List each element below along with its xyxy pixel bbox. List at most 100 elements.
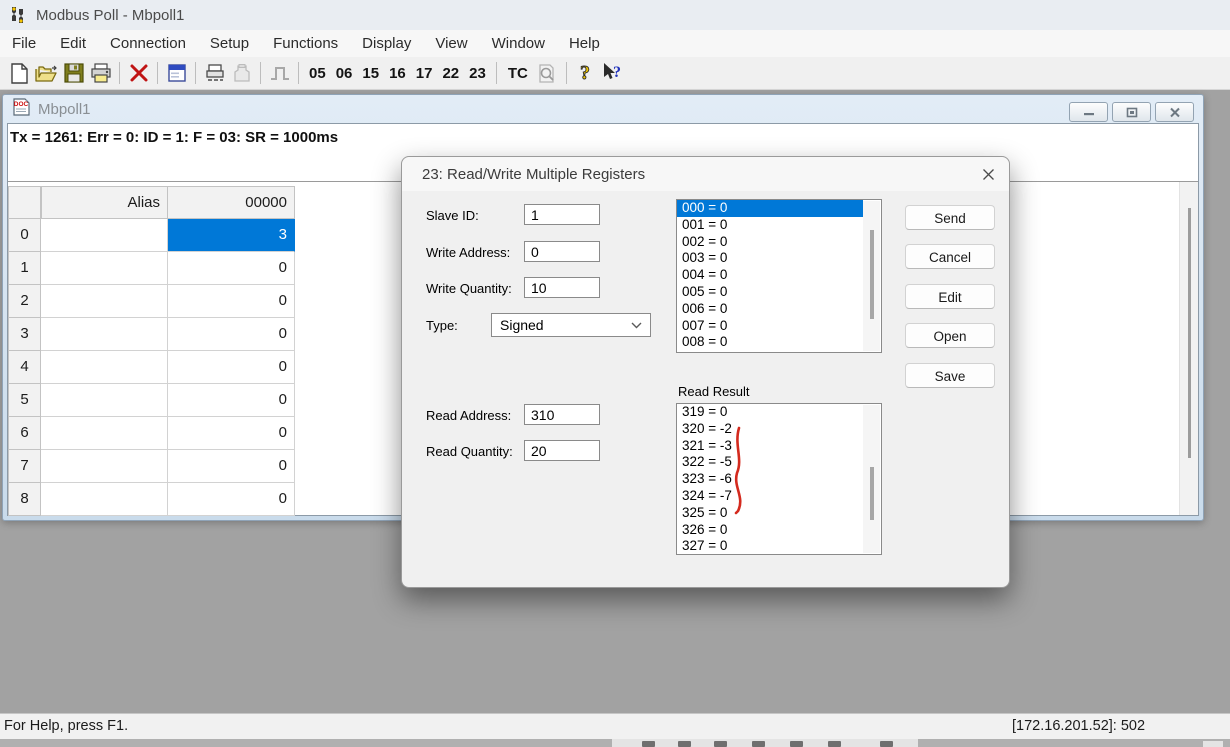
row-header[interactable]: 2 (8, 285, 41, 318)
row-header[interactable]: 3 (8, 318, 41, 351)
value-cell[interactable]: 0 (168, 351, 295, 384)
dialog-close-button[interactable] (981, 167, 995, 181)
value-cell[interactable]: 0 (168, 252, 295, 285)
write-quantity-input[interactable] (524, 277, 600, 298)
row-header[interactable]: 7 (8, 450, 41, 483)
list-item[interactable]: 325 = 0 (677, 505, 863, 522)
row-header[interactable]: 1 (8, 252, 41, 285)
send-button[interactable]: Send (905, 205, 995, 230)
write-registers-list[interactable]: 000 = 0 001 = 0 002 = 0 003 = 0 004 = 0 … (676, 199, 882, 353)
list-item[interactable]: 322 = -5 (677, 454, 863, 471)
list-item[interactable]: 006 = 0 (677, 301, 863, 318)
read-list-scrollbar[interactable] (863, 405, 880, 553)
scrollbar-thumb[interactable] (1188, 208, 1191, 458)
context-help-button[interactable]: ? (599, 60, 626, 87)
open-file-button[interactable] (33, 60, 60, 87)
list-item[interactable]: 007 = 0 (677, 318, 863, 335)
alias-cell[interactable] (41, 483, 168, 516)
save-button[interactable]: Save (905, 363, 995, 388)
list-item[interactable]: 005 = 0 (677, 284, 863, 301)
dialog-titlebar[interactable]: 23: Read/Write Multiple Registers (402, 157, 1009, 191)
row-header[interactable]: 4 (8, 351, 41, 384)
value-cell[interactable]: 0 (168, 450, 295, 483)
menu-edit[interactable]: Edit (48, 30, 98, 57)
alias-cell[interactable] (41, 450, 168, 483)
list-item[interactable]: 002 = 0 (677, 234, 863, 251)
slave-id-input[interactable] (524, 204, 600, 225)
tc-button[interactable]: TC (502, 60, 534, 87)
scrollbar-thumb[interactable] (870, 467, 874, 520)
communication-traffic-button[interactable] (201, 60, 228, 87)
read-result-list[interactable]: 319 = 0 320 = -2 321 = -3 322 = -5 323 =… (676, 403, 882, 555)
menu-display[interactable]: Display (350, 30, 423, 57)
test-center-button-disabled[interactable] (228, 60, 255, 87)
alias-cell[interactable] (41, 384, 168, 417)
log-viewer-button-disabled[interactable] (534, 60, 561, 87)
open-button[interactable]: Open (905, 323, 995, 348)
alias-cell[interactable] (41, 417, 168, 450)
function-17-button[interactable]: 17 (411, 60, 438, 87)
vertical-scrollbar[interactable] (1179, 182, 1198, 515)
list-item[interactable]: 001 = 0 (677, 217, 863, 234)
function-16-button[interactable]: 16 (384, 60, 411, 87)
alias-cell[interactable] (41, 351, 168, 384)
value-cell[interactable]: 0 (168, 483, 295, 516)
list-item[interactable]: 008 = 0 (677, 334, 863, 351)
read-address-input[interactable] (524, 404, 600, 425)
edit-button[interactable]: Edit (905, 284, 995, 309)
function-22-button[interactable]: 22 (437, 60, 464, 87)
grid-col-alias[interactable]: Alias (41, 186, 168, 219)
read-quantity-input[interactable] (524, 440, 600, 461)
function-15-button[interactable]: 15 (357, 60, 384, 87)
list-item[interactable]: 003 = 0 (677, 250, 863, 267)
pulse-button-disabled[interactable] (266, 60, 293, 87)
function-06-button[interactable]: 06 (331, 60, 358, 87)
write-address-input[interactable] (524, 241, 600, 262)
list-item[interactable]: 321 = -3 (677, 438, 863, 455)
disconnect-button[interactable] (125, 60, 152, 87)
close-child-button[interactable] (1155, 102, 1194, 122)
alias-cell[interactable] (41, 285, 168, 318)
alias-cell[interactable] (41, 219, 168, 252)
menu-setup[interactable]: Setup (198, 30, 261, 57)
row-header[interactable]: 0 (8, 219, 41, 252)
row-header[interactable]: 6 (8, 417, 41, 450)
menu-window[interactable]: Window (480, 30, 557, 57)
list-item[interactable]: 323 = -6 (677, 471, 863, 488)
connection-setup-button[interactable] (163, 60, 190, 87)
menu-help[interactable]: Help (557, 30, 612, 57)
save-file-button[interactable] (60, 60, 87, 87)
type-combobox[interactable]: Signed (491, 313, 651, 337)
list-item[interactable]: 004 = 0 (677, 267, 863, 284)
list-item[interactable]: 324 = -7 (677, 488, 863, 505)
value-cell[interactable]: 0 (168, 285, 295, 318)
grid-col-00000[interactable]: 00000 (168, 186, 295, 219)
function-23-button[interactable]: 23 (464, 60, 491, 87)
function-05-button[interactable]: 05 (304, 60, 331, 87)
value-cell[interactable]: 0 (168, 318, 295, 351)
write-list-scrollbar[interactable] (863, 201, 880, 351)
menu-file[interactable]: File (0, 30, 48, 57)
list-item[interactable]: 319 = 0 (677, 404, 863, 421)
list-item[interactable]: 327 = 0 (677, 538, 863, 555)
menu-connection[interactable]: Connection (98, 30, 198, 57)
scrollbar-thumb[interactable] (870, 230, 874, 319)
alias-cell[interactable] (41, 252, 168, 285)
row-header[interactable]: 8 (8, 483, 41, 516)
minimize-button[interactable] (1069, 102, 1108, 122)
list-item[interactable]: 320 = -2 (677, 421, 863, 438)
print-button[interactable] (87, 60, 114, 87)
alias-cell[interactable] (41, 318, 168, 351)
list-item[interactable]: 326 = 0 (677, 522, 863, 539)
list-item-selected[interactable]: 000 = 0 (677, 200, 863, 217)
menu-view[interactable]: View (423, 30, 479, 57)
menu-functions[interactable]: Functions (261, 30, 350, 57)
about-help-button[interactable]: ? (572, 60, 599, 87)
cancel-button[interactable]: Cancel (905, 244, 995, 269)
new-file-button[interactable] (6, 60, 33, 87)
row-header[interactable]: 5 (8, 384, 41, 417)
value-cell[interactable]: 0 (168, 384, 295, 417)
value-cell[interactable]: 0 (168, 417, 295, 450)
restore-button[interactable] (1112, 102, 1151, 122)
value-cell-selected[interactable]: 3 (168, 219, 295, 252)
